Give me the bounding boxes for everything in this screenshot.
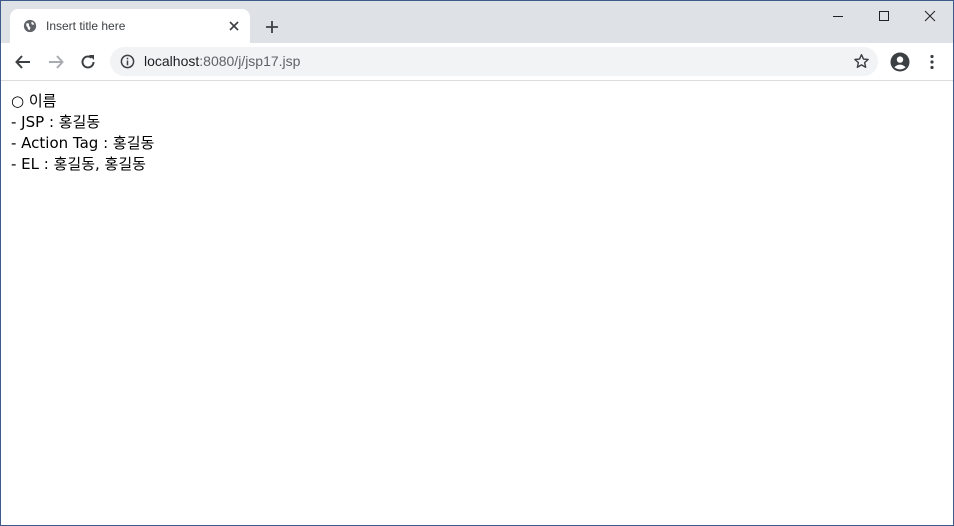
- info-icon[interactable]: [120, 54, 135, 69]
- url-text[interactable]: localhost:8080/j/jsp17.jsp: [144, 53, 300, 69]
- arrow-right-icon: [49, 55, 64, 69]
- kebab-menu-icon: [930, 54, 934, 70]
- tab-strip: Insert title here: [1, 1, 953, 43]
- arrow-left-icon: [15, 55, 30, 69]
- text-line-jsp: - JSP : 홍길동: [11, 113, 101, 131]
- close-icon[interactable]: [226, 18, 242, 34]
- close-icon: [924, 10, 936, 22]
- new-tab-button[interactable]: [261, 16, 283, 38]
- url-path: :8080/j/jsp17.jsp: [199, 53, 301, 69]
- page-content: ○ 이름 - JSP : 홍길동 - Action Tag : 홍길동 - EL…: [1, 81, 953, 525]
- reload-button[interactable]: [75, 49, 101, 75]
- maximize-icon: [879, 11, 889, 21]
- profile-button[interactable]: [887, 49, 913, 75]
- maximize-button[interactable]: [861, 1, 907, 31]
- close-window-button[interactable]: [907, 1, 953, 31]
- minimize-button[interactable]: [815, 1, 861, 31]
- star-icon[interactable]: [853, 53, 870, 70]
- account-icon: [890, 52, 910, 72]
- browser-window: Insert title here localhost:8080/j/jsp17…: [0, 0, 954, 526]
- globe-icon: [23, 19, 37, 33]
- text-line-el: - EL : 홍길동, 홍길동: [11, 155, 146, 173]
- back-button[interactable]: [10, 49, 36, 75]
- tab-insert-title[interactable]: Insert title here: [10, 9, 250, 43]
- plus-icon: [266, 21, 278, 33]
- minimize-icon: [833, 16, 843, 17]
- tab-title: Insert title here: [46, 19, 126, 33]
- text-line-action-tag: - Action Tag : 홍길동: [11, 134, 155, 152]
- menu-button[interactable]: [919, 49, 945, 75]
- url-host: localhost: [144, 53, 200, 69]
- address-bar[interactable]: localhost:8080/j/jsp17.jsp: [110, 47, 878, 76]
- browser-toolbar: localhost:8080/j/jsp17.jsp: [1, 43, 953, 81]
- text-line-name-heading: ○ 이름: [11, 92, 57, 110]
- forward-button[interactable]: [43, 49, 69, 75]
- reload-icon: [81, 55, 95, 69]
